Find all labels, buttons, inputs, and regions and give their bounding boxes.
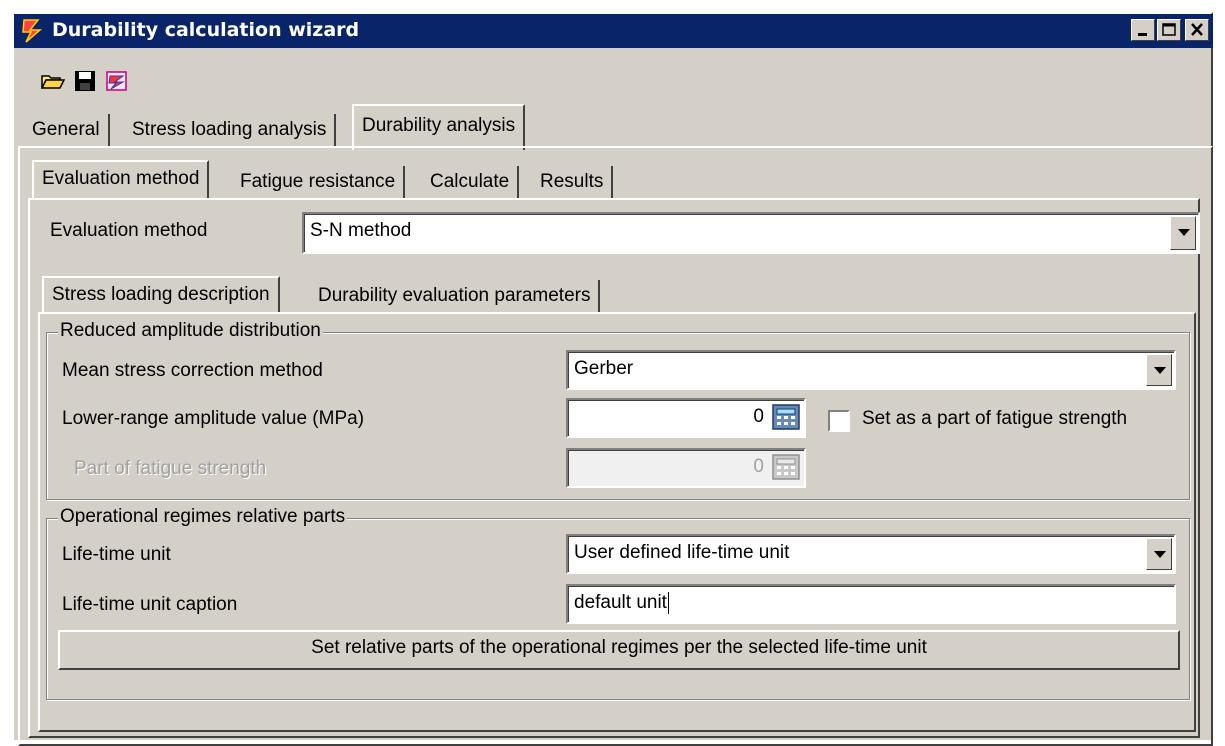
wizard-icon	[22, 19, 43, 43]
save-icon[interactable]	[72, 68, 98, 94]
tab-stress-loading-description[interactable]: Stress loading description	[42, 276, 280, 314]
tab-evaluation-method-label: Evaluation method	[42, 168, 200, 189]
maximize-button[interactable]	[1157, 19, 1181, 41]
part-of-fatigue-value: 0	[753, 456, 764, 477]
open-folder-icon[interactable]	[40, 68, 66, 94]
tab-stress-loading-analysis-label: Stress loading analysis	[132, 119, 327, 140]
maximize-icon	[1162, 23, 1176, 36]
tab-durability-analysis[interactable]: Durability analysis	[352, 104, 526, 150]
mean-stress-label: Mean stress correction method	[62, 360, 323, 381]
tab-calculate[interactable]: Calculate	[422, 166, 520, 200]
tab-results[interactable]: Results	[532, 166, 614, 200]
lifetime-unit-dropdown[interactable]: User defined life-time unit	[566, 534, 1176, 574]
lifetime-unit-value: User defined life-time unit	[574, 542, 790, 563]
tab-durability-evaluation-parameters-label: Durability evaluation parameters	[318, 285, 591, 306]
tab-fatigue-resistance[interactable]: Fatigue resistance	[232, 166, 406, 200]
close-button[interactable]	[1185, 19, 1209, 41]
tab-results-label: Results	[540, 171, 604, 192]
evaluation-method-dropdown[interactable]: S-N method	[302, 212, 1200, 254]
tab-general[interactable]: General	[24, 114, 110, 148]
tab-stress-loading-analysis[interactable]: Stress loading analysis	[124, 114, 337, 148]
set-part-checkbox[interactable]	[828, 410, 850, 432]
tab-durability-analysis-label: Durability analysis	[362, 115, 516, 136]
set-relative-parts-button[interactable]: Set relative parts of the operational re…	[58, 630, 1180, 670]
lifetime-caption-label: Life-time unit caption	[62, 594, 238, 615]
lifetime-unit-label: Life-time unit	[62, 544, 171, 565]
lower-range-label: Lower-range amplitude value (MPa)	[62, 408, 365, 429]
minimize-button[interactable]	[1131, 19, 1155, 41]
part-of-fatigue-label: Part of fatigue strength	[74, 458, 267, 479]
tab-stress-loading-description-label: Stress loading description	[52, 284, 270, 305]
tab-evaluation-method[interactable]: Evaluation method	[32, 160, 210, 200]
tab-fatigue-resistance-label: Fatigue resistance	[240, 171, 396, 192]
lifetime-caption-value: default unit	[574, 592, 667, 613]
mean-stress-dropdown[interactable]: Gerber	[566, 350, 1176, 390]
text-cursor	[667, 591, 669, 614]
part-of-fatigue-input: 0	[566, 448, 806, 488]
title-bar[interactable]: Durability calculation wizard	[14, 14, 1213, 48]
mean-stress-value: Gerber	[574, 358, 634, 379]
calculator-icon	[772, 454, 800, 480]
window-title: Durability calculation wizard	[52, 19, 360, 41]
chevron-down-icon[interactable]	[1146, 538, 1172, 570]
close-icon	[1191, 23, 1203, 36]
calculator-icon[interactable]	[771, 403, 801, 431]
set-part-label: Set as a part of fatigue strength	[862, 408, 1128, 429]
chevron-down-icon[interactable]	[1170, 216, 1196, 250]
tab-durability-evaluation-parameters[interactable]: Durability evaluation parameters	[310, 280, 601, 314]
evaluation-method-value: S-N method	[310, 220, 412, 241]
lower-range-value: 0	[753, 406, 764, 427]
lifetime-caption-input[interactable]: default unit	[566, 584, 1176, 624]
wizard-icon[interactable]	[104, 68, 130, 94]
tab-calculate-label: Calculate	[430, 171, 510, 192]
lower-range-input[interactable]: 0	[566, 398, 806, 438]
evaluation-method-label: Evaluation method	[50, 220, 208, 241]
wizard-window: Durability calculation wizard General St…	[12, 12, 1213, 746]
tab-general-label: General	[32, 119, 100, 140]
reduced-amplitude-caption: Reduced amplitude distribution	[58, 320, 323, 342]
chevron-down-icon[interactable]	[1146, 354, 1172, 386]
minimize-icon	[1138, 33, 1147, 36]
operational-regimes-caption: Operational regimes relative parts	[58, 506, 348, 528]
